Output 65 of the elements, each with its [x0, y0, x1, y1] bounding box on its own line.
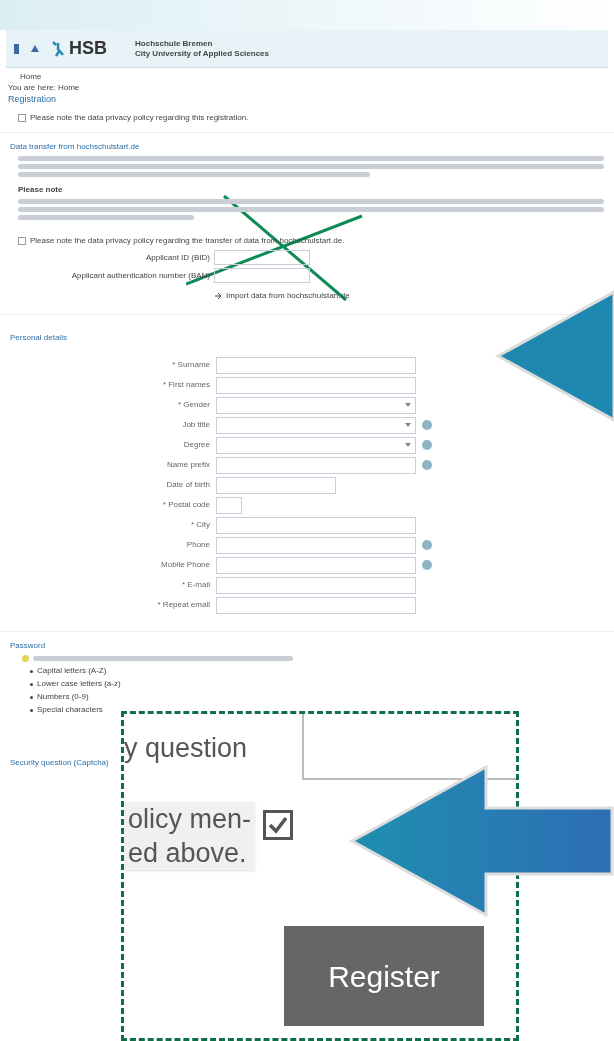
field-label: Name prefix: [165, 459, 210, 471]
field-label: * First names: [161, 379, 210, 391]
org-name: City University of Applied Sciences: [135, 48, 269, 59]
field-label: Job title: [181, 419, 210, 431]
field-label: y question: [124, 732, 248, 765]
input-field[interactable]: [216, 556, 416, 574]
field-label: * Postal code: [161, 499, 210, 511]
input-field[interactable]: [214, 250, 310, 265]
password-rule: Numbers (0-9): [37, 691, 89, 703]
input-field[interactable]: [216, 536, 416, 554]
consent-text: ed above.: [128, 837, 248, 870]
input-field[interactable]: [216, 456, 416, 474]
bullet-icon: [30, 695, 33, 699]
field-label: * Gender: [176, 399, 210, 411]
privacy-note: Please note the data privacy policy regarding this registration.: [30, 112, 249, 124]
logo-mark-icon: [51, 40, 65, 57]
home-icon[interactable]: [31, 45, 39, 52]
input-field[interactable]: [216, 576, 416, 594]
bullet-icon: [30, 669, 33, 673]
logo: HSB: [69, 37, 107, 60]
input-field[interactable]: [216, 356, 416, 374]
input-field[interactable]: [216, 476, 336, 494]
breadcrumb: You are here: Home: [8, 83, 81, 93]
input-field[interactable]: [216, 516, 416, 534]
dropdown-field[interactable]: [216, 396, 416, 414]
field-label: * E-mail: [181, 579, 210, 591]
field-label: * Repeat email: [156, 599, 210, 611]
consent-text: olicy men-: [128, 803, 252, 836]
field-label: Applicant ID (BID): [144, 251, 210, 264]
caret-icon: [405, 443, 411, 447]
bullet-icon: [30, 682, 33, 686]
field-label: Mobile Phone: [160, 559, 210, 571]
input-field[interactable]: [216, 376, 416, 394]
bullet-icon: [30, 708, 33, 712]
input-field[interactable]: [216, 596, 416, 614]
note-title: Please note: [17, 184, 64, 196]
section-title: Personal details: [10, 333, 67, 342]
consent-checkbox[interactable]: [263, 810, 294, 840]
dropdown-field[interactable]: [216, 436, 416, 454]
org-name: Hochschule Bremen: [135, 38, 214, 49]
warning-icon: [22, 655, 29, 662]
checkbox[interactable]: [18, 114, 26, 122]
password-rule: Lower case letters (a-z): [37, 678, 121, 690]
field-label: Date of birth: [165, 479, 210, 491]
menu-icon[interactable]: [14, 43, 19, 54]
section-title: Data transfer from hochschulstart.de: [10, 141, 141, 153]
password-rule: Capital letters (A-Z): [37, 665, 107, 677]
input-field[interactable]: [214, 268, 310, 283]
section-title: Password: [10, 640, 47, 652]
check-icon: [268, 816, 289, 834]
register-button[interactable]: Register: [284, 926, 484, 1026]
field-label: * City: [189, 519, 210, 531]
password-rule: Special characters: [37, 704, 103, 716]
field-label: Phone: [185, 539, 210, 551]
caret-icon: [405, 403, 411, 407]
field-label: Degree: [182, 439, 210, 451]
input-field[interactable]: [216, 496, 242, 514]
checkbox[interactable]: [18, 237, 26, 245]
arrow-icon: [215, 293, 222, 299]
page-title: Registration: [8, 94, 58, 104]
dropdown-field[interactable]: [216, 416, 416, 434]
caret-icon: [405, 423, 411, 427]
section-title: Security question (Captcha): [10, 758, 109, 767]
field-label: * Surname: [171, 359, 210, 371]
breadcrumb-link[interactable]: Home: [20, 72, 606, 82]
